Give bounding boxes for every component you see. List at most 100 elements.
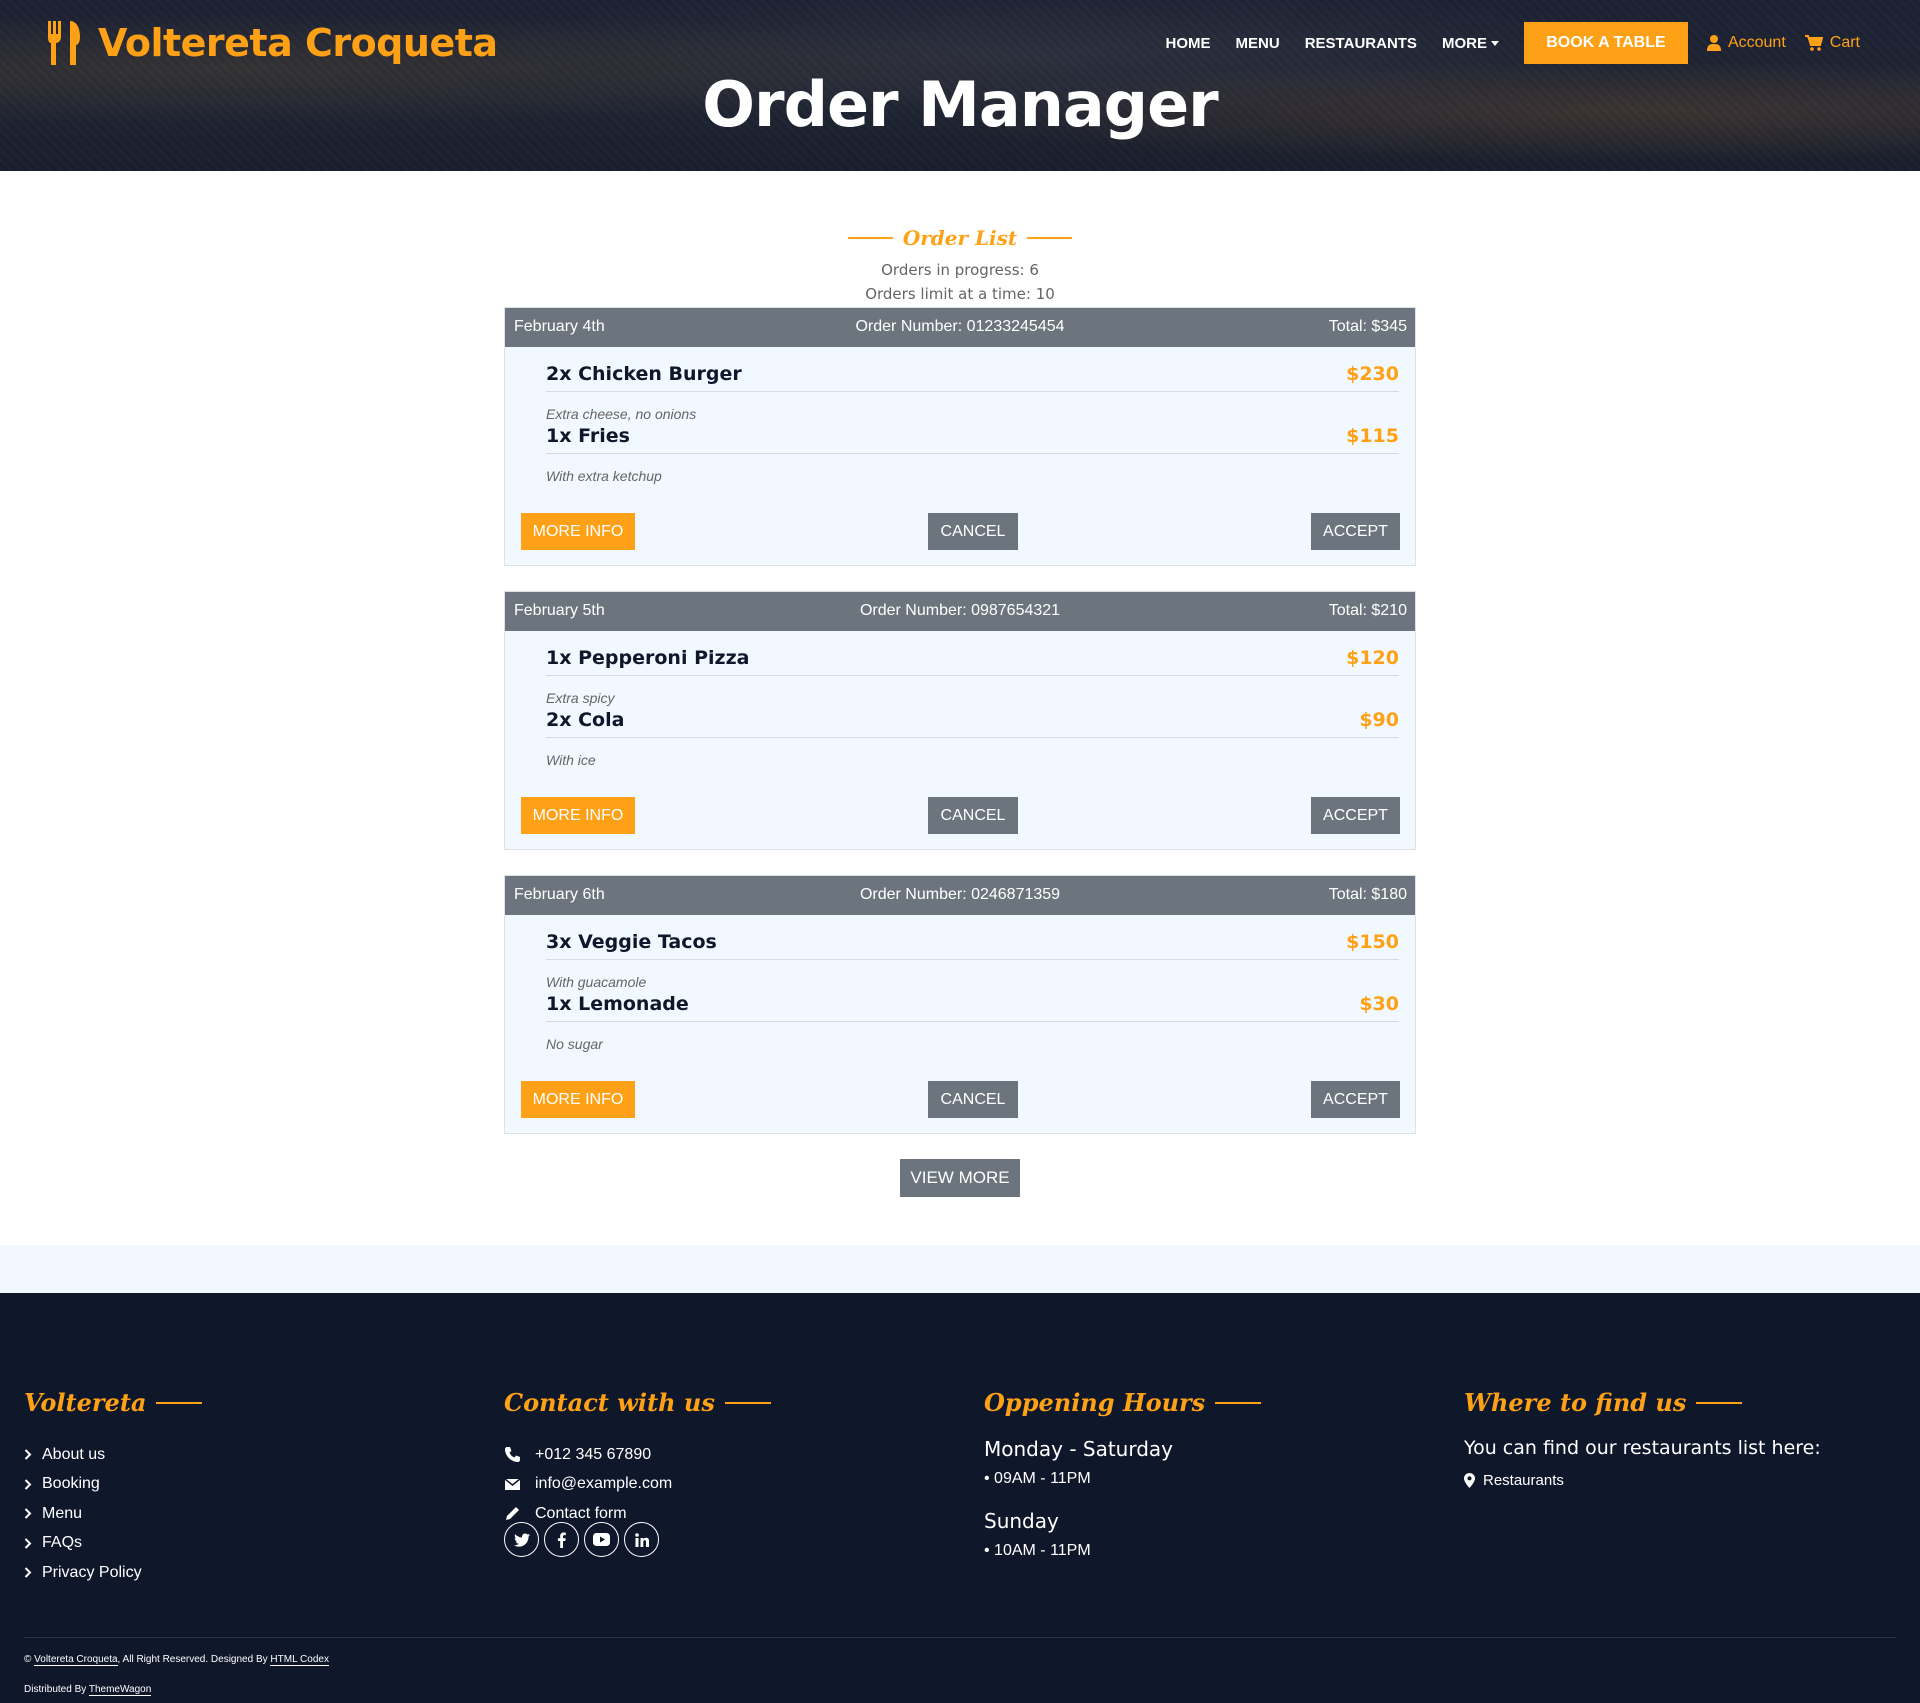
nav-menu[interactable]: MENU [1236, 35, 1280, 52]
copyright-middle: , All Right Reserved. Designed By [117, 1654, 271, 1665]
page-title: Order Manager [702, 68, 1218, 141]
book-table-button[interactable]: BOOK A TABLE [1523, 22, 1688, 64]
more-info-button[interactable]: MORE INFO [521, 797, 635, 834]
item-note: With ice [546, 752, 596, 768]
orders-limit: Orders limit at a time: 10 [865, 285, 1055, 303]
order-date: February 4th [514, 318, 605, 335]
brand[interactable]: Voltereta Croqueta [46, 18, 498, 68]
site-link[interactable]: Voltereta Croqueta [34, 1654, 118, 1666]
brand-name: Voltereta Croqueta [98, 21, 498, 65]
order-item: 2x Cola $90 [546, 694, 1399, 738]
nav-more-label: MORE [1441, 34, 1487, 52]
order-date: February 5th [514, 602, 605, 619]
item-name: 2x Chicken Burger [546, 363, 742, 385]
email-address: info@example.com [535, 1475, 673, 1493]
facebook-button[interactable] [544, 1522, 579, 1557]
item-price: $115 [1346, 425, 1399, 447]
order-item: 2x Chicken Burger $230 [546, 348, 1399, 392]
footer-link-label: FAQs [42, 1534, 83, 1552]
accept-button[interactable]: ACCEPT [1311, 1081, 1400, 1118]
nav-cart[interactable]: Cart [1804, 34, 1860, 52]
item-note: No sugar [546, 1036, 603, 1052]
title-divider [1027, 237, 1073, 239]
view-more-button[interactable]: VIEW MORE [900, 1159, 1020, 1197]
cart-label: Cart [1829, 34, 1860, 51]
hours-time-sunday: • 10AM - 11PM [984, 1542, 1091, 1559]
restaurants-link-label: Restaurants [1483, 1472, 1564, 1489]
chevron-right-icon [24, 1508, 32, 1519]
order-item: 1x Pepperoni Pizza $120 [546, 632, 1399, 676]
order-total: Total: $180 [1328, 886, 1407, 903]
order-list-heading: Order List [0, 226, 1920, 250]
more-info-button[interactable]: MORE INFO [521, 513, 635, 550]
hours-day-weekdays: Monday - Saturday [984, 1437, 1174, 1461]
footer-heading: Contact with us [504, 1388, 771, 1417]
footer-heading: Where to find us [1464, 1388, 1743, 1417]
hours-day-sunday: Sunday [984, 1509, 1059, 1533]
chevron-right-icon [24, 1567, 32, 1578]
footer-link-label: Menu [42, 1504, 83, 1522]
distributor-link[interactable]: ThemeWagon [88, 1684, 152, 1696]
footer-link-privacy[interactable]: Privacy Policy [24, 1558, 324, 1588]
nav-restaurants[interactable]: RESTAURANTS [1305, 35, 1417, 52]
heading-divider [1696, 1401, 1743, 1404]
orders-in-progress: Orders in progress: 6 [881, 261, 1039, 279]
linkedin-icon [634, 1532, 649, 1547]
item-name: 1x Lemonade [546, 993, 689, 1015]
hours-time-weekdays: • 09AM - 11PM [984, 1470, 1091, 1487]
footer-link-about[interactable]: About us [24, 1440, 324, 1470]
distributed-prefix: Distributed By [24, 1684, 89, 1695]
nav-more-dropdown[interactable]: MORE [1442, 35, 1499, 52]
footer-link-menu[interactable]: Menu [24, 1499, 324, 1529]
footer-link-label: About us [42, 1445, 106, 1463]
footer-link-booking[interactable]: Booking [24, 1470, 324, 1500]
nav-account[interactable]: Account [1706, 34, 1786, 52]
order-card: Order Number: 0987654321 February 5th To… [504, 591, 1416, 850]
item-name: 2x Cola [546, 709, 625, 731]
footer-heading: Voltereta [24, 1388, 203, 1417]
more-info-button[interactable]: MORE INFO [521, 1081, 635, 1118]
hero-header: Voltereta Croqueta HOME MENU RESTAURANTS… [0, 0, 1920, 171]
contact-phone[interactable]: +012 345 67890 [504, 1440, 804, 1470]
contact-email[interactable]: info@example.com [504, 1470, 804, 1500]
order-list-title: Order List [902, 226, 1018, 250]
nav-home[interactable]: HOME [1166, 35, 1211, 52]
order-number: Order Number: 01233245454 [855, 318, 1065, 335]
item-price: $230 [1346, 363, 1399, 385]
footer-divider [24, 1637, 1896, 1638]
accept-button[interactable]: ACCEPT [1311, 513, 1400, 550]
social-links [504, 1522, 659, 1557]
item-name: 1x Fries [546, 425, 630, 447]
account-label: Account [1727, 34, 1786, 51]
order-item: 1x Lemonade $30 [546, 978, 1399, 1022]
twitter-button[interactable] [504, 1522, 539, 1557]
order-card: Order Number: 01233245454 February 4th T… [504, 307, 1416, 566]
copyright-line: © Voltereta Croqueta, All Right Reserved… [24, 1654, 329, 1666]
distribution-line: Distributed By ThemeWagon [24, 1684, 152, 1696]
linkedin-button[interactable] [624, 1522, 659, 1557]
restaurants-link[interactable]: Restaurants [1464, 1472, 1564, 1489]
map-marker-icon [1464, 1473, 1475, 1488]
order-header: Order Number: 0246871359 February 6th To… [505, 876, 1415, 915]
twitter-icon [513, 1533, 530, 1547]
designer-link[interactable]: HTML Codex [270, 1654, 329, 1666]
contact-list: +012 345 67890 info@example.com Contact … [504, 1440, 804, 1529]
title-divider [847, 237, 893, 239]
youtube-button[interactable] [584, 1522, 619, 1557]
heading-divider [724, 1401, 771, 1404]
phone-icon [505, 1447, 520, 1463]
footer-col-hours: Oppening Hours Monday - Saturday • 09AM … [984, 1388, 1262, 1559]
cancel-button[interactable]: CANCEL [928, 513, 1018, 550]
order-date: February 6th [514, 886, 605, 903]
cancel-button[interactable]: CANCEL [928, 1081, 1018, 1118]
chevron-right-icon [24, 1449, 32, 1460]
caret-down-icon [1490, 41, 1499, 47]
cancel-button[interactable]: CANCEL [928, 797, 1018, 834]
heading-divider [1215, 1401, 1262, 1404]
footer-heading-text: Voltereta [24, 1388, 147, 1417]
footer-link-faqs[interactable]: FAQs [24, 1529, 324, 1559]
accept-button[interactable]: ACCEPT [1311, 797, 1400, 834]
item-price: $30 [1359, 993, 1399, 1015]
order-number: Order Number: 0987654321 [859, 602, 1061, 619]
order-total: Total: $345 [1328, 318, 1407, 335]
